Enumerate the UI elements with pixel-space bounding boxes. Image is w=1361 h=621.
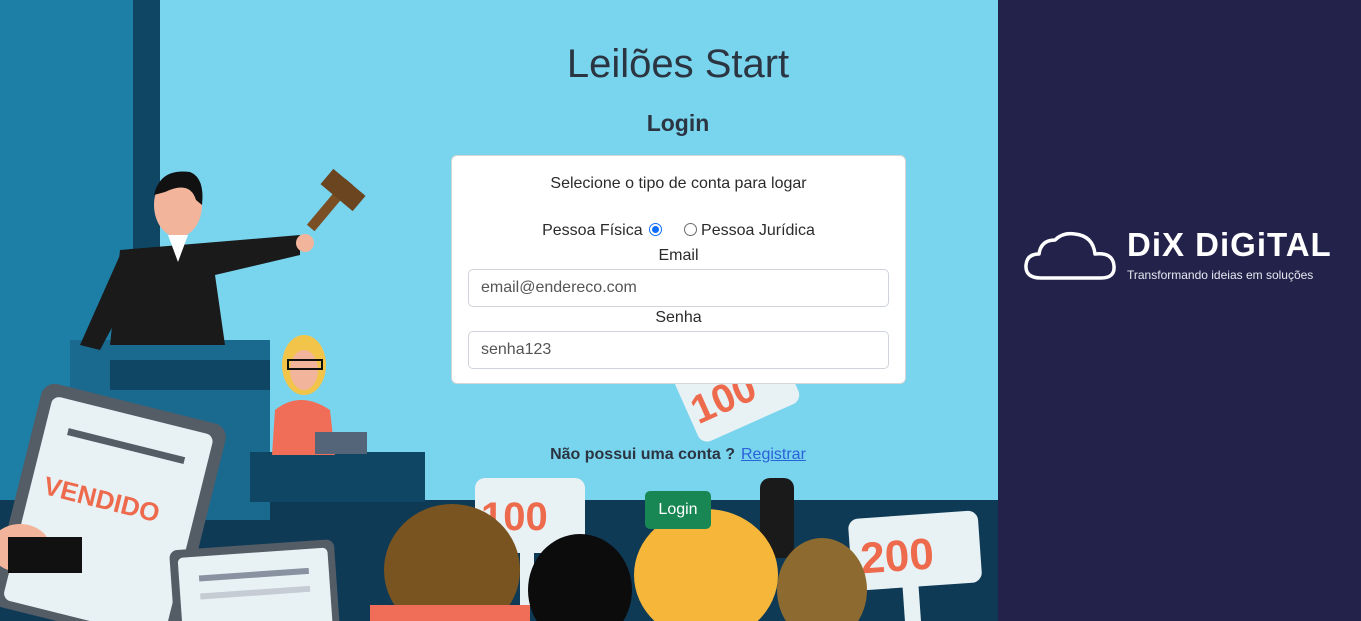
brand-logo: DiX DiGiTAL Transformando ideias em solu… [1023, 226, 1353, 286]
auctioneer-body [110, 235, 300, 345]
radio-pessoa-fisica[interactable] [648, 223, 662, 236]
login-card: Selecione o tipo de conta para logar Pes… [451, 155, 906, 384]
cloud-icon [1024, 231, 1116, 280]
podium-band [110, 360, 270, 390]
password-field[interactable]: senha123 [468, 331, 889, 369]
audience-shoulder [370, 605, 530, 621]
brand-panel [998, 0, 1361, 621]
paddle-200-text: 200 [859, 529, 936, 583]
radio-pessoa-juridica[interactable] [684, 223, 698, 236]
signup-question: Não possui uma conta ? [550, 446, 735, 463]
account-type-group: Pessoa Física Pessoa Jurídica [452, 222, 905, 240]
stamp [8, 537, 82, 573]
radio-label-pessoa-juridica: Pessoa Jurídica [701, 222, 815, 239]
login-heading: Login [646, 110, 710, 136]
password-label: Senha [655, 309, 702, 326]
signup-prompt: Não possui uma conta ? Registrar [0, 446, 1356, 464]
document [169, 539, 340, 621]
register-link[interactable]: Registrar [741, 446, 806, 463]
login-button[interactable]: Login [645, 491, 711, 529]
email-label: Email [658, 247, 699, 264]
brand-tagline: Transformando ideias em soluções [1127, 268, 1314, 282]
brand-name: DiX DiGiTAL [1127, 226, 1332, 263]
account-type-prompt: Selecione o tipo de conta para logar [550, 175, 807, 192]
page-title: Leilões Start [566, 42, 790, 86]
auctioneer-hand [296, 234, 314, 252]
email-field[interactable]: email@endereco.com [468, 269, 889, 307]
radio-label-pessoa-fisica: Pessoa Física [542, 222, 643, 239]
